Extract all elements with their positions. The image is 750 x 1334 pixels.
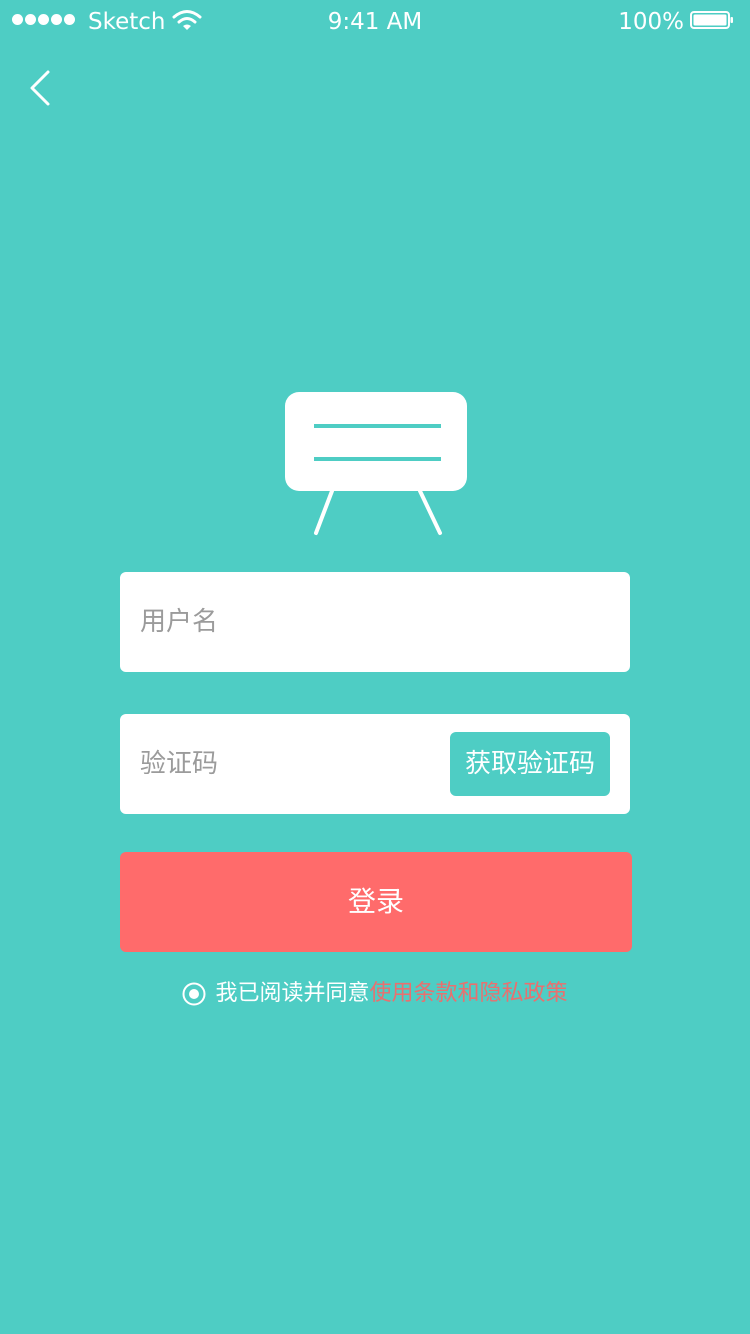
billboard-icon <box>285 392 467 535</box>
battery-icon <box>690 11 733 29</box>
status-bar: Sketch 9:41 AM 100% <box>0 0 750 44</box>
username-field-container <box>120 572 630 672</box>
code-field-container: 获取验证码 <box>120 714 630 814</box>
chevron-left-icon <box>30 70 50 106</box>
back-button[interactable] <box>24 64 64 112</box>
radio-checked-icon[interactable] <box>182 982 206 1006</box>
agreement-row: 我已阅读并同意 使用条款和隐私政策 <box>0 976 750 1012</box>
get-code-button[interactable]: 获取验证码 <box>450 732 610 796</box>
login-button[interactable]: 登录 <box>120 852 632 952</box>
battery-percentage: 100% <box>618 9 684 35</box>
username-input[interactable] <box>140 572 610 672</box>
agreement-text: 我已阅读并同意 <box>215 981 370 1006</box>
terms-privacy-link[interactable]: 使用条款和隐私政策 <box>370 976 568 1012</box>
verification-code-input[interactable] <box>140 714 440 814</box>
